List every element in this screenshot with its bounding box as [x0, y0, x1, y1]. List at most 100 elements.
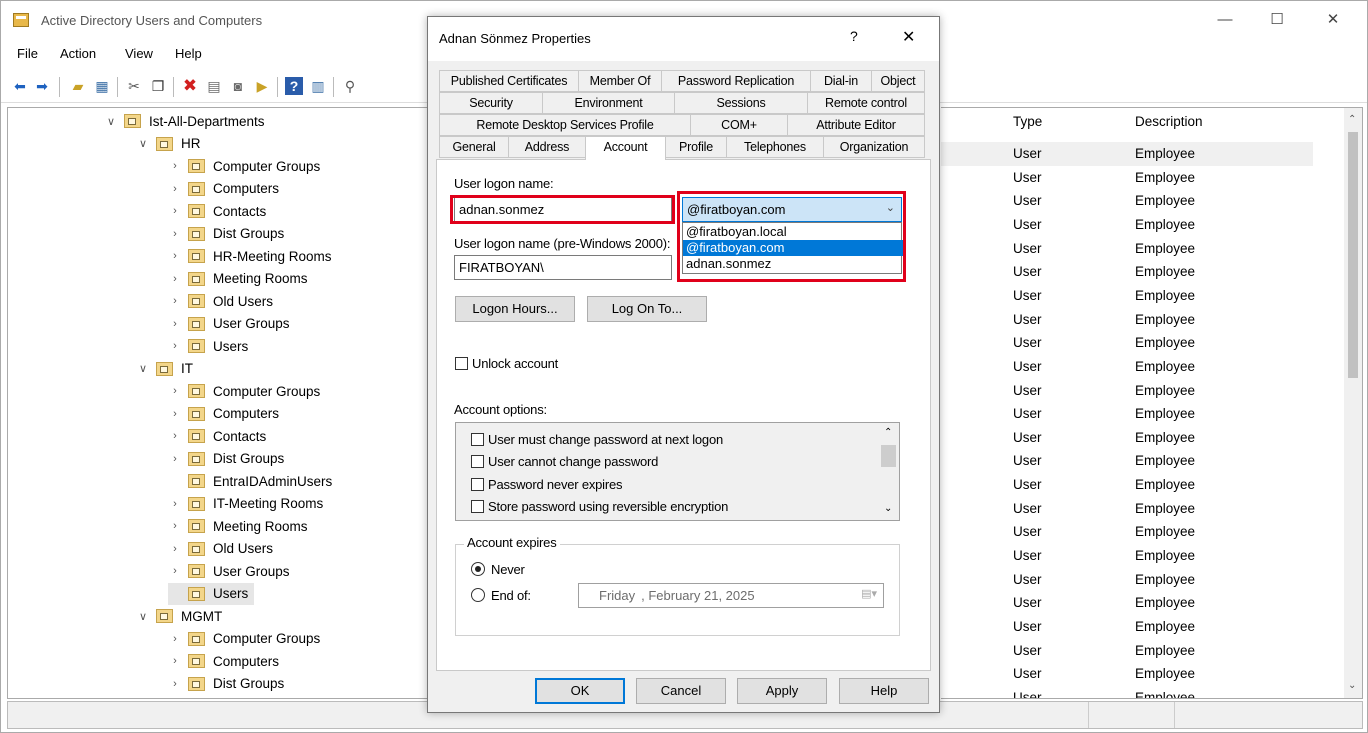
chevron-down-icon[interactable]: ∨ — [136, 610, 150, 623]
scroll-down-icon[interactable]: ⌄ — [1348, 680, 1356, 691]
tree-item[interactable]: EntraIDAdminUsers — [168, 470, 332, 492]
table-row[interactable]: User Employee — [941, 686, 1313, 698]
menu-view[interactable]: View — [125, 46, 153, 61]
chevron-down-icon[interactable]: ∨ — [136, 362, 150, 375]
column-type[interactable]: Type — [1013, 114, 1042, 129]
calendar-icon[interactable]: ▤▾ — [861, 587, 877, 600]
table-row[interactable]: User Employee — [941, 473, 1313, 497]
tree-item[interactable]: › Old Users — [168, 290, 273, 312]
tree-item[interactable]: › User Groups — [168, 560, 289, 582]
table-row[interactable]: User Employee — [941, 355, 1313, 379]
tab-general[interactable]: General — [439, 136, 509, 158]
table-row[interactable]: User Employee — [941, 237, 1313, 261]
tree-item[interactable]: › Contacts — [168, 425, 266, 447]
never-radio[interactable]: Never — [471, 562, 525, 577]
chevron-right-icon[interactable]: › — [168, 678, 182, 690]
tree-item[interactable]: › Computer Groups — [168, 380, 320, 402]
menu-file[interactable]: File — [17, 46, 38, 61]
chevron-down-icon[interactable]: ∨ — [104, 115, 118, 128]
tree-item[interactable]: › Computers — [168, 650, 279, 672]
chevron-right-icon[interactable]: › — [168, 183, 182, 195]
expiry-date-picker[interactable]: Friday, February 21, 2025 ▤▾ — [578, 583, 884, 608]
chevron-right-icon[interactable]: › — [168, 655, 182, 667]
minimize-button[interactable]: — — [1205, 7, 1245, 33]
column-description[interactable]: Description — [1135, 114, 1203, 129]
log-on-to-button[interactable]: Log On To... — [587, 296, 707, 322]
tree-item[interactable]: › Users — [168, 335, 248, 357]
table-row[interactable]: User Employee — [941, 142, 1313, 166]
dialog-close-button[interactable]: ✕ — [902, 27, 915, 47]
scroll-thumb[interactable] — [1348, 132, 1358, 378]
chevron-right-icon[interactable]: › — [168, 453, 182, 465]
option-never-expires[interactable]: Password never expires — [471, 477, 623, 492]
back-icon[interactable]: ⬅ — [11, 77, 29, 95]
tab-object[interactable]: Object — [871, 70, 925, 92]
table-row[interactable]: User Employee — [941, 426, 1313, 450]
properties-icon[interactable]: ▤ — [205, 77, 223, 95]
tree-item[interactable]: › Meeting Rooms — [168, 268, 307, 290]
tree-item[interactable]: ∨ Ist-All-Departments — [104, 110, 265, 132]
tree-item[interactable]: › Dist Groups — [168, 223, 284, 245]
chevron-right-icon[interactable]: › — [168, 520, 182, 532]
help-button[interactable]: Help — [839, 678, 929, 704]
table-row[interactable]: User Employee — [941, 331, 1313, 355]
up-folder-icon[interactable]: ▰ — [69, 77, 87, 95]
chevron-right-icon[interactable]: › — [168, 273, 182, 285]
tab-member-of[interactable]: Member Of — [578, 70, 662, 92]
table-row[interactable]: User Employee — [941, 662, 1313, 686]
tab-environment[interactable]: Environment — [542, 92, 675, 114]
chevron-down-icon[interactable]: ∨ — [136, 137, 150, 150]
tab-security[interactable]: Security — [439, 92, 543, 114]
tab-address[interactable]: Address — [508, 136, 586, 158]
maximize-button[interactable]: ☐ — [1257, 7, 1297, 33]
tab-rds-profile[interactable]: Remote Desktop Services Profile — [439, 114, 691, 136]
option-cannot-change[interactable]: User cannot change password — [471, 454, 658, 469]
tree-item[interactable]: › Contacts — [168, 200, 266, 222]
cancel-button[interactable]: Cancel — [636, 678, 726, 704]
tab-profile[interactable]: Profile — [665, 136, 727, 158]
chevron-right-icon[interactable]: › — [168, 228, 182, 240]
option-reversible-encryption[interactable]: Store password using reversible encrypti… — [471, 499, 728, 514]
table-row[interactable]: User Employee — [941, 520, 1313, 544]
table-row[interactable]: User Employee — [941, 260, 1313, 284]
tab-com-plus[interactable]: COM+ — [690, 114, 788, 136]
option-must-change[interactable]: User must change password at next logon — [471, 432, 723, 447]
cut-icon[interactable]: ✂ — [125, 77, 143, 95]
tree-item[interactable]: › IT-Meeting Rooms — [168, 493, 323, 515]
table-row[interactable]: User Employee — [941, 213, 1313, 237]
tab-account[interactable]: Account — [585, 136, 666, 160]
ok-button[interactable]: OK — [535, 678, 625, 704]
copy-icon[interactable]: ❐ — [149, 77, 167, 95]
tree-item[interactable]: › Meeting Rooms — [168, 515, 307, 537]
table-row[interactable]: User Employee — [941, 568, 1313, 592]
tree-item[interactable]: › Computer Groups — [168, 628, 320, 650]
table-row[interactable]: User Employee — [941, 591, 1313, 615]
apply-button[interactable]: Apply — [737, 678, 827, 704]
options-scrollbar[interactable]: ⌃ ⌄ — [878, 423, 899, 520]
dialog-help-button[interactable]: ? — [850, 28, 858, 44]
tab-password-replication[interactable]: Password Replication — [661, 70, 811, 92]
tab-remote-control[interactable]: Remote control — [807, 92, 925, 114]
chevron-right-icon[interactable]: › — [168, 430, 182, 442]
scroll-up-icon[interactable]: ⌃ — [884, 427, 892, 438]
chevron-right-icon[interactable]: › — [168, 340, 182, 352]
tree-item[interactable]: › Dist Groups — [168, 448, 284, 470]
chevron-right-icon[interactable]: › — [168, 318, 182, 330]
chevron-right-icon[interactable]: › — [168, 543, 182, 555]
scroll-thumb[interactable] — [881, 445, 896, 467]
tree-item[interactable]: › Computers — [168, 178, 279, 200]
table-row[interactable]: User Employee — [941, 166, 1313, 190]
tab-dial-in[interactable]: Dial-in — [810, 70, 872, 92]
tree-item[interactable]: ∨ IT — [136, 358, 193, 380]
tab-published-certificates[interactable]: Published Certificates — [439, 70, 579, 92]
list-scrollbar[interactable]: ⌃ ⌄ — [1344, 108, 1362, 698]
end-of-radio[interactable]: End of: — [471, 588, 531, 603]
table-row[interactable]: User Employee — [941, 308, 1313, 332]
tree-item[interactable]: › Old Users — [168, 538, 273, 560]
tree-item[interactable]: › User Groups — [168, 313, 289, 335]
chevron-right-icon[interactable]: › — [168, 250, 182, 262]
tree-item[interactable]: › Computer Groups — [168, 155, 320, 177]
tree-item[interactable]: Users — [168, 582, 255, 605]
table-row[interactable]: User Employee — [941, 284, 1313, 308]
table-row[interactable]: User Employee — [941, 639, 1313, 663]
